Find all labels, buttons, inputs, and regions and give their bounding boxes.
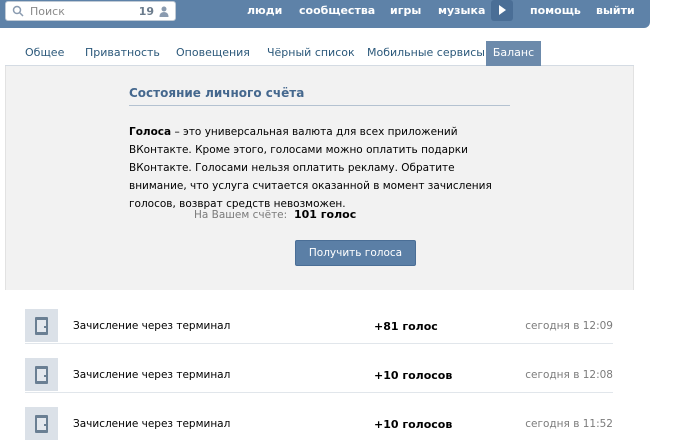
nav-games[interactable]: игры bbox=[390, 4, 421, 17]
transaction-row: Зачисление через терминал +81 голос сего… bbox=[25, 295, 613, 344]
transaction-amount: +81 голос bbox=[374, 320, 438, 333]
terminal-icon bbox=[25, 407, 58, 440]
play-icon[interactable] bbox=[491, 0, 513, 21]
search-placeholder: Поиск bbox=[30, 5, 65, 18]
terminal-icon bbox=[25, 358, 58, 391]
search-icon bbox=[12, 5, 24, 17]
transaction-description: Зачисление через терминал bbox=[73, 418, 231, 430]
tab-mobile-services[interactable]: Мобильные сервисы bbox=[367, 46, 485, 59]
terminal-icon bbox=[25, 309, 58, 342]
title-divider bbox=[129, 105, 510, 106]
transaction-description: Зачисление через терминал bbox=[73, 320, 231, 332]
transaction-description: Зачисление через терминал bbox=[73, 369, 231, 381]
balance-panel: Состояние личного счёта Голоса – это уни… bbox=[5, 66, 634, 290]
get-votes-button[interactable]: Получить голоса bbox=[295, 240, 416, 266]
balance-label: На Вашем счёте: bbox=[194, 209, 288, 221]
transaction-row: Зачисление через терминал +10 голосов се… bbox=[25, 393, 613, 442]
transaction-time: сегодня в 12:08 bbox=[525, 369, 613, 381]
description-bold: Голоса bbox=[129, 126, 172, 138]
nav-logout[interactable]: выйти bbox=[596, 4, 635, 17]
nav-people[interactable]: люди bbox=[247, 4, 282, 17]
transaction-amount: +10 голосов bbox=[374, 418, 453, 431]
settings-tabs: Общее Приватность Оповещения Чёрный спис… bbox=[5, 41, 634, 66]
tab-privacy[interactable]: Приватность bbox=[85, 46, 160, 59]
tab-balance[interactable]: Баланс bbox=[486, 41, 541, 66]
tab-blacklist[interactable]: Чёрный список bbox=[267, 46, 355, 59]
balance-value: 101 голос bbox=[294, 208, 357, 221]
panel-description: Голоса – это универсальная валюта для вс… bbox=[129, 123, 509, 213]
description-text: – это универсальная валюта для всех прил… bbox=[129, 126, 492, 210]
transaction-time: сегодня в 11:52 bbox=[525, 418, 613, 430]
tab-general[interactable]: Общее bbox=[25, 46, 64, 59]
nav-communities[interactable]: сообщества bbox=[299, 4, 375, 17]
transaction-amount: +10 голосов bbox=[374, 369, 453, 382]
nav-help[interactable]: помощь bbox=[530, 4, 581, 17]
person-icon bbox=[159, 6, 169, 17]
tab-notifications[interactable]: Оповещения bbox=[176, 46, 250, 59]
transaction-time: сегодня в 12:09 bbox=[525, 320, 613, 332]
nav-music[interactable]: музыка bbox=[438, 4, 485, 17]
search-input[interactable]: Поиск 19 bbox=[5, 1, 176, 21]
online-count: 19 bbox=[138, 5, 154, 18]
transaction-row: Зачисление через терминал +10 голосов се… bbox=[25, 344, 613, 393]
top-navigation-bar: Поиск 19 люди сообщества игры музыка пом… bbox=[0, 0, 650, 28]
panel-title: Состояние личного счёта bbox=[129, 86, 305, 100]
